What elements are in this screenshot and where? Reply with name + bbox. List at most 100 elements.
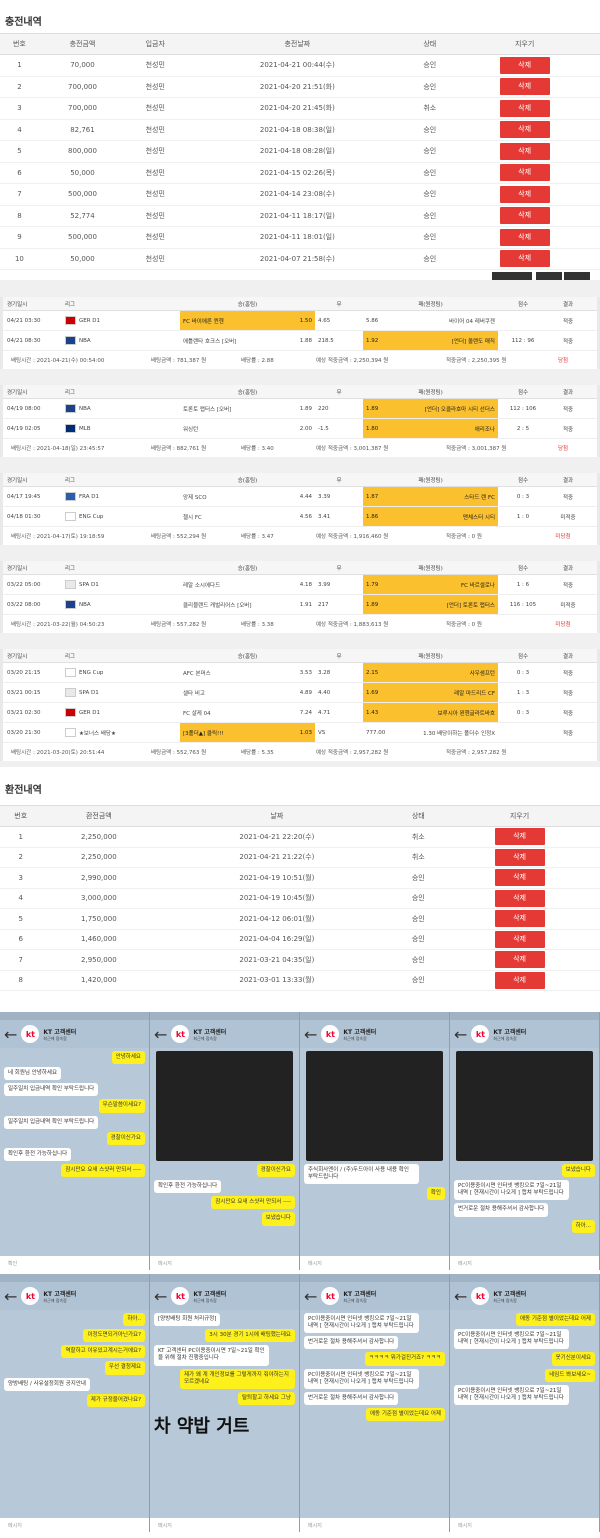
home-team: 토론토 랩터스 [오버]	[183, 406, 232, 413]
away-pick[interactable]: 1.92 [언더] 올랜도 매직	[363, 331, 498, 350]
home-team: [3폴더▲] 클릭!!!	[183, 730, 224, 737]
delete-button[interactable]: 삭제	[494, 869, 545, 887]
bet-header: 경기일시 리그 승(홈팀) 무 패(원정팀) 점수 결과	[3, 473, 597, 487]
home-pick[interactable]: 앙제 SCO 4.44	[180, 487, 315, 506]
back-arrow-icon[interactable]: ←	[4, 1287, 17, 1306]
away-pick[interactable]: 1.69 레알 마드리드 CF	[363, 683, 498, 702]
delete-button[interactable]: 삭제	[499, 250, 550, 268]
table-cell: 삭제	[449, 226, 600, 249]
home-pick[interactable]: 첼시 FC 4.56	[180, 507, 315, 526]
delete-button[interactable]: 삭제	[499, 142, 550, 160]
league-flag-icon	[65, 580, 76, 589]
back-arrow-icon[interactable]: ←	[154, 1287, 167, 1306]
match-result: 적중	[562, 670, 574, 677]
delete-button[interactable]: 삭제	[499, 185, 550, 203]
message-input[interactable]: 메시지	[450, 1518, 599, 1532]
league-flag-icon	[65, 512, 76, 521]
bet-footer-field: 배당률 : 3.40	[241, 446, 274, 452]
chat-message: 역할하고 이유있고계시는거에요?	[61, 1345, 145, 1359]
back-arrow-icon[interactable]: ←	[454, 1025, 467, 1044]
back-arrow-icon[interactable]: ←	[154, 1025, 167, 1044]
chat-subtitle: 최근에 접속함	[193, 1035, 217, 1041]
match-time: 04/19 08:00	[7, 405, 41, 412]
home-pick[interactable]: AFC 본머스 3.53	[180, 663, 315, 682]
bet-slip: 경기일시 리그 승(홈팀) 무 패(원정팀) 점수 결과 03/20 21:15 ENG Cup…	[3, 649, 597, 761]
delete-button[interactable]: 삭제	[499, 121, 550, 139]
delete-button[interactable]: 삭제	[499, 207, 550, 225]
message-input[interactable]: 확인	[0, 1256, 149, 1270]
chat-message: [양방배팅 회원 처리규정]	[154, 1313, 221, 1327]
delete-button[interactable]: 삭제	[494, 951, 545, 969]
league-name: ENG Cup	[79, 669, 104, 676]
draw-cell: 3.28	[318, 669, 331, 676]
page-button[interactable]	[536, 272, 562, 280]
home-pick[interactable]: FC 샬케 04 7.24	[180, 703, 315, 722]
away-team: 맨체스터 시티	[462, 514, 495, 521]
away-pick[interactable]: 5.86 바이어 04 레버쿠젠	[363, 311, 498, 330]
bet-footer-field: 배팅시간 : 2021-03-22(월) 04:50:23	[11, 622, 105, 628]
deposit-pagination	[0, 270, 600, 280]
match-result: 미적중	[560, 602, 576, 609]
table-cell: 삭제	[439, 867, 600, 889]
message-input[interactable]: 메시지	[150, 1518, 299, 1532]
home-pick[interactable]: 클리블랜드 캐벌리어스 [오버] 1.91	[180, 595, 315, 614]
delete-button[interactable]: 삭제	[499, 228, 550, 246]
delete-button[interactable]: 삭제	[499, 99, 550, 117]
home-pick[interactable]: 레알 소시에다드 4.18	[180, 575, 315, 594]
bet-column-header: 리그	[65, 477, 76, 484]
table-row: 5 800,000 천성민 2021-04-18 08:28(일) 승인 삭제	[0, 140, 600, 163]
home-pick[interactable]: [3폴더▲] 클릭!!! 1.03	[180, 723, 315, 742]
table-cell: 2021-04-18 08:38(일)	[184, 119, 411, 141]
delete-button[interactable]: 삭제	[494, 889, 545, 907]
away-pick[interactable]: 1.87 스타드 렌 FC	[363, 487, 498, 506]
delete-button[interactable]: 삭제	[494, 910, 545, 928]
away-pick[interactable]: 1.43 보루시아 묀헨글라트바흐	[363, 703, 498, 722]
message-input[interactable]: 메시지	[300, 1518, 449, 1532]
bet-footer-field: 적중금액 : 2,957,282 원	[446, 750, 507, 756]
table-cell: 삭제	[449, 119, 600, 141]
away-pick[interactable]: 1.86 맨체스터 시티	[363, 507, 498, 526]
delete-button[interactable]: 삭제	[499, 164, 550, 182]
back-arrow-icon[interactable]: ←	[4, 1025, 17, 1044]
league-flag-icon	[65, 404, 76, 413]
table-row: 4 82,761 천성민 2021-04-18 08:38(일) 승인 삭제	[0, 119, 600, 141]
back-arrow-icon[interactable]: ←	[304, 1025, 317, 1044]
delete-button[interactable]: 삭제	[499, 56, 550, 74]
delete-button[interactable]: 삭제	[494, 848, 545, 866]
message-input[interactable]: 메시지	[300, 1256, 449, 1270]
delete-button[interactable]: 삭제	[494, 930, 545, 948]
home-pick[interactable]: 셀타 비고 4.89	[180, 683, 315, 702]
page-button[interactable]	[564, 272, 590, 280]
message-input[interactable]: 메시지	[0, 1518, 149, 1532]
away-pick[interactable]: 1.89 [언더] 토론토 랩터스	[363, 595, 498, 614]
chat-message: 주식회사엔이 / (주)두드아이 사용 내용 확인 부탁드립니다	[304, 1164, 419, 1185]
delete-button[interactable]: 삭제	[494, 828, 545, 846]
home-pick[interactable]: FC 바이에른 뮌헨 1.50	[180, 311, 315, 330]
message-input[interactable]: 메시지	[150, 1256, 299, 1270]
chat-title: KT 고객센터 최근에 접속함	[343, 1027, 376, 1042]
chat-name: KT 고객센터	[343, 1290, 377, 1298]
bet-column-header: 결과	[562, 301, 574, 308]
table-cell: 천성민	[126, 205, 185, 227]
away-pick[interactable]: 1.80 애리조나	[363, 419, 498, 438]
page-button[interactable]	[492, 272, 532, 280]
delete-button[interactable]: 삭제	[494, 971, 545, 989]
table-cell: 2021-04-19 10:51(월)	[156, 867, 398, 889]
back-arrow-icon[interactable]: ←	[454, 1287, 467, 1306]
away-pick[interactable]: 2.15 사우샘프턴	[363, 663, 498, 682]
table-cell: 700,000	[38, 97, 127, 120]
match-league: SPA D1	[65, 580, 180, 589]
table-cell: 82,761	[38, 119, 127, 141]
away-pick[interactable]: 777.00 1.30 배당이하는 폴더수 인정X	[363, 723, 498, 742]
away-pick[interactable]: 1.79 FC 바르셀로나	[363, 575, 498, 594]
home-pick[interactable]: 워싱턴 2.00	[180, 419, 315, 438]
chat-message: 네임드 봐보세요~	[545, 1368, 595, 1382]
back-arrow-icon[interactable]: ←	[304, 1287, 317, 1306]
table-cell: 삭제	[449, 76, 600, 98]
home-pick[interactable]: 애틀랜타 호크스 [오버] 1.88	[180, 331, 315, 350]
bet-column-header: 결과	[562, 477, 574, 484]
delete-button[interactable]: 삭제	[499, 78, 550, 96]
home-pick[interactable]: 토론토 랩터스 [오버] 1.89	[180, 399, 315, 418]
away-pick[interactable]: 1.89 [언더] 오클라호마 시티 선더스	[363, 399, 498, 418]
message-input[interactable]: 메시지	[450, 1256, 599, 1270]
